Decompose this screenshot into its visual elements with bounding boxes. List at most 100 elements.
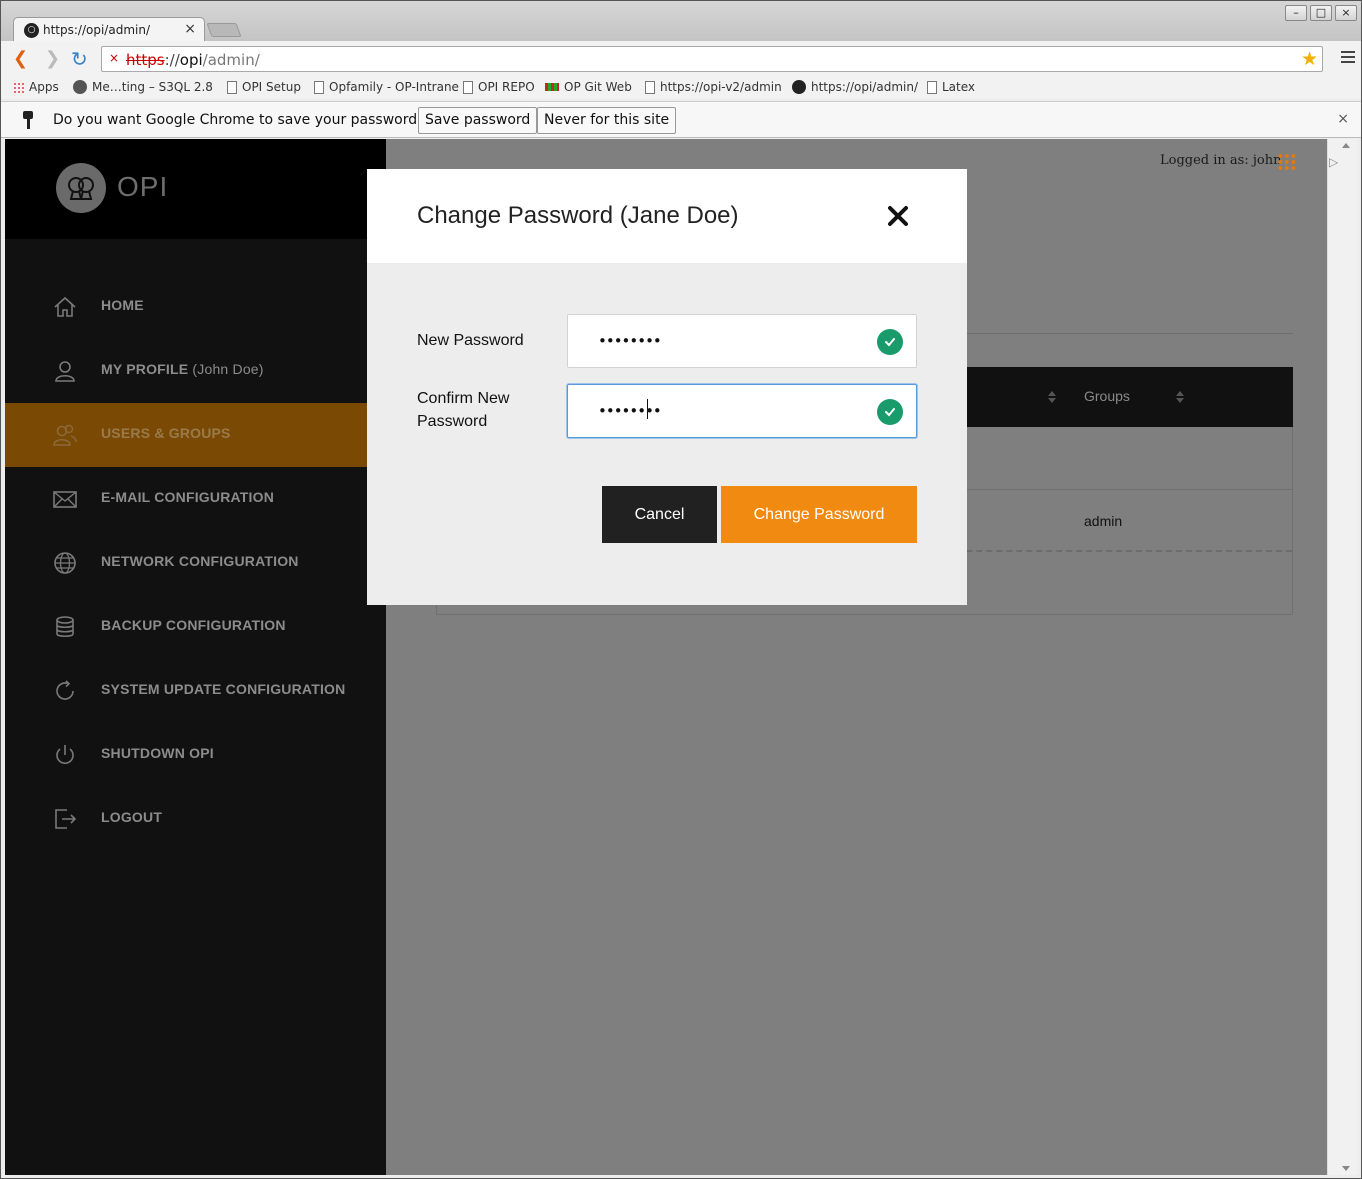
bookmark-label: Me…ting – S3QL 2.8: [92, 80, 213, 94]
nav-label-sub: (John Doe): [188, 361, 264, 377]
nav-label-text: HOME: [101, 297, 144, 313]
tab-close-icon[interactable]: ×: [184, 21, 196, 37]
reload-icon[interactable]: ↻: [71, 49, 88, 69]
site-icon: [73, 80, 87, 94]
bookmark-latex[interactable]: Latex: [927, 80, 975, 94]
page-scrollbar[interactable]: ▷: [1327, 139, 1357, 1175]
bookmark-star-icon[interactable]: ★: [1301, 48, 1318, 70]
nav-item-backup-configuration[interactable]: BACKUP CONFIGURATION: [5, 595, 386, 659]
nav-item-system-update-configuration[interactable]: SYSTEM UPDATE CONFIGURATION: [5, 659, 386, 723]
envelope-icon: [53, 491, 77, 508]
bookmark-opi-v2[interactable]: https://opi-v2/admin: [645, 80, 782, 94]
nav-label-text: SYSTEM UPDATE CONFIGURATION: [101, 681, 346, 697]
bookmark-s3ql[interactable]: Me…ting – S3QL 2.8: [73, 80, 213, 94]
nav-label: NETWORK CONFIGURATION: [101, 553, 299, 569]
scroll-down-arrow-icon[interactable]: [1342, 1166, 1350, 1171]
bookmark-label: Opfamily - OP-Intrane: [329, 80, 459, 94]
user-icon: [55, 361, 75, 382]
browser-toolbar: ❮ ❯ ↻ × https://opi/admin/ ★: [1, 41, 1361, 77]
sidebar: OPI HOME MY PROFILE (John Doe) USERS & G…: [5, 139, 386, 1175]
bookmark-label: Apps: [29, 80, 59, 94]
column-header-groups[interactable]: Groups: [1084, 388, 1130, 404]
nav-label: SHUTDOWN OPI: [101, 745, 214, 761]
infobar-close-icon[interactable]: ×: [1337, 111, 1349, 127]
url-path: /admin/: [202, 51, 260, 69]
page-icon: [227, 80, 237, 94]
browser-tab[interactable]: ○ https://opi/admin/ ×: [13, 17, 205, 43]
database-icon: [56, 616, 74, 638]
maximize-button[interactable]: □: [1310, 5, 1332, 21]
git-icon: [545, 83, 559, 91]
close-icon[interactable]: [885, 203, 911, 229]
nav-label-text: LOGOUT: [101, 809, 163, 825]
cancel-button[interactable]: Cancel: [602, 486, 717, 543]
back-arrow-icon[interactable]: ❮: [13, 49, 28, 69]
nav-label-text: MY PROFILE: [101, 361, 189, 377]
url-host: opi: [179, 51, 203, 69]
new-password-value: ••••••••: [598, 332, 662, 350]
nav-item-email-configuration[interactable]: E-MAIL CONFIGURATION: [5, 467, 386, 531]
nav-label: SYSTEM UPDATE CONFIGURATION: [101, 681, 345, 697]
change-password-modal: Change Password (Jane Doe) New Password …: [367, 169, 967, 605]
text-caret: [647, 399, 648, 419]
sort-icon[interactable]: [1176, 391, 1184, 403]
sidebar-header: OPI: [5, 139, 386, 239]
nav-label: BACKUP CONFIGURATION: [101, 617, 286, 633]
nav-item-shutdown-opi[interactable]: SHUTDOWN OPI: [5, 723, 386, 787]
new-password-field[interactable]: ••••••••: [567, 314, 917, 368]
bookmark-label: Latex: [942, 80, 976, 94]
check-circle-icon: [877, 329, 903, 355]
bookmark-apps[interactable]: Apps: [13, 80, 59, 94]
nav-item-home[interactable]: HOME: [5, 275, 386, 339]
logged-in-status: Logged in as: john: [1160, 153, 1282, 168]
bookmark-label: OP Git Web: [564, 80, 632, 94]
bookmark-label: OPI Setup: [242, 80, 301, 94]
nav-label-text: BACKUP CONFIGURATION: [101, 617, 286, 633]
nav-item-my-profile[interactable]: MY PROFILE (John Doe): [5, 339, 386, 403]
home-icon: [54, 296, 76, 317]
save-password-button[interactable]: Save password: [418, 107, 538, 134]
infobar-question: Do you want Google Chrome to save your p…: [53, 112, 425, 128]
apps-grid-icon[interactable]: [1277, 153, 1297, 171]
confirm-password-field[interactable]: ••••••••: [567, 384, 917, 438]
nav-label-text: SHUTDOWN OPI: [101, 745, 214, 761]
chrome-menu-icon[interactable]: [1341, 51, 1355, 63]
url-scheme: https: [126, 51, 165, 69]
confirm-password-value: ••••••••: [598, 402, 662, 420]
bookmark-opfamily[interactable]: Opfamily - OP-Intrane: [314, 80, 459, 94]
title-bar: ○ https://opi/admin/ × – □ ×: [1, 1, 1361, 43]
chevron-right-icon: ▷: [1329, 155, 1339, 169]
window-close-button[interactable]: ×: [1335, 5, 1357, 21]
address-bar[interactable]: × https://opi/admin/ ★: [101, 46, 1323, 72]
nav-label: LOGOUT: [101, 809, 162, 825]
nav-item-logout[interactable]: LOGOUT: [5, 787, 386, 851]
bookmark-opi-admin[interactable]: https://opi/admin/: [792, 80, 918, 94]
opi-logo-icon: [56, 163, 106, 213]
insecure-lock-icon[interactable]: ×: [109, 51, 119, 65]
key-icon: [23, 111, 33, 129]
change-password-button[interactable]: Change Password: [721, 486, 917, 543]
forward-arrow-icon[interactable]: ❯: [45, 49, 60, 69]
new-tab-button[interactable]: [206, 23, 242, 37]
save-password-infobar: Do you want Google Chrome to save your p…: [1, 101, 1361, 138]
bookmark-opi-repo[interactable]: OPI REPO: [463, 80, 535, 94]
confirm-password-label: Confirm New Password: [417, 390, 510, 430]
scroll-up-arrow-icon[interactable]: [1342, 143, 1350, 148]
bookmark-label: https://opi/admin/: [811, 80, 918, 94]
page-icon: [645, 80, 655, 94]
nav-item-network-configuration[interactable]: NETWORK CONFIGURATION: [5, 531, 386, 595]
globe-icon: [54, 552, 76, 574]
opi-favicon-icon: ○: [24, 23, 39, 38]
nav-label-text: USERS & GROUPS: [101, 425, 231, 441]
never-for-site-button[interactable]: Never for this site: [537, 107, 677, 134]
table-cell-groups: admin: [1084, 513, 1123, 529]
bookmark-op-git-web[interactable]: OP Git Web: [545, 80, 632, 94]
minimize-button[interactable]: –: [1285, 5, 1307, 21]
refresh-icon: [56, 680, 74, 700]
power-icon: [56, 745, 74, 764]
nav-item-users-groups[interactable]: USERS & GROUPS: [5, 403, 386, 467]
logo-text: OPI: [117, 171, 169, 202]
logout-icon: [55, 809, 77, 829]
sort-icon[interactable]: [1048, 391, 1056, 403]
bookmark-opi-setup[interactable]: OPI Setup: [227, 80, 301, 94]
